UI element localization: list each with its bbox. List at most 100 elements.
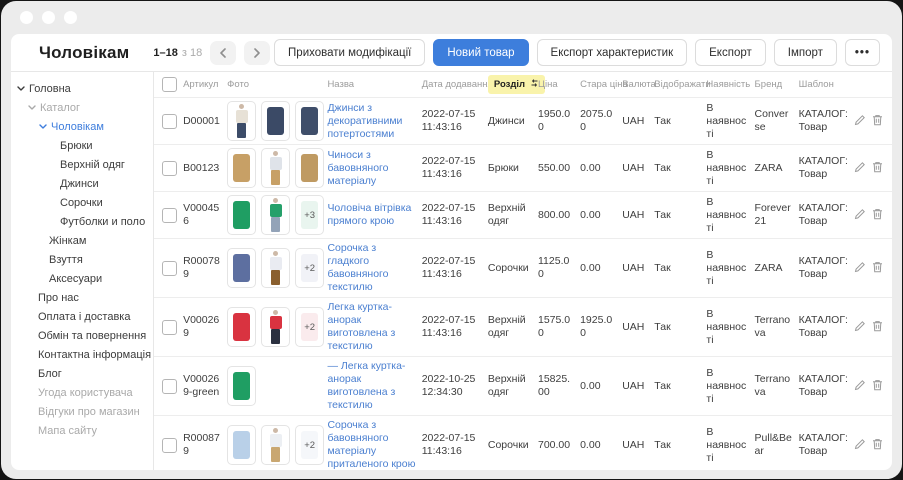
column-header-section[interactable]: Розділ xyxy=(485,72,535,98)
column-header-photo[interactable]: Фото xyxy=(224,72,324,98)
pagination-next-button[interactable] xyxy=(244,41,270,65)
brand-value: Terranova xyxy=(755,314,791,339)
column-header-availability[interactable]: Наявність xyxy=(703,72,751,98)
column-header-currency[interactable]: Валюта xyxy=(619,72,651,98)
sidebar-item[interactable]: Верхній одяг xyxy=(11,155,153,174)
column-header-template[interactable]: Шаблон xyxy=(796,72,852,98)
more-actions-button[interactable]: ••• xyxy=(845,39,880,66)
new-product-button[interactable]: Новий товар xyxy=(433,39,528,66)
sidebar-item[interactable]: Сорочки xyxy=(11,193,153,212)
product-photo-thumbnail[interactable] xyxy=(227,248,256,288)
sidebar-item[interactable]: Угода користувача xyxy=(11,383,153,402)
product-photo-thumbnail[interactable] xyxy=(227,366,256,406)
export-button[interactable]: Експорт xyxy=(695,39,766,66)
sidebar-item[interactable]: Чоловікам xyxy=(11,117,153,136)
sidebar-item[interactable]: Брюки xyxy=(11,136,153,155)
column-header-old_price[interactable]: Стара ціна xyxy=(577,72,619,98)
sidebar-item[interactable]: Відгуки про магазин xyxy=(11,402,153,421)
product-photo-thumbnail[interactable] xyxy=(295,148,324,188)
cell-actions xyxy=(852,239,892,298)
product-name-link[interactable]: Легка куртка-анорак виготовлена з тексти… xyxy=(327,301,395,352)
more-photos-thumbnail[interactable]: +2 xyxy=(295,248,324,288)
import-button[interactable]: Імпорт xyxy=(774,39,837,66)
product-photo-thumbnail[interactable] xyxy=(261,425,290,465)
sidebar-item[interactable]: Футболки и поло xyxy=(11,212,153,231)
product-name-link[interactable]: Чоловіча вітрівка прямого крою xyxy=(327,202,411,227)
edit-button[interactable] xyxy=(854,379,866,394)
delete-button[interactable] xyxy=(872,261,883,276)
product-photo-thumbnail[interactable] xyxy=(261,307,290,347)
delete-button[interactable] xyxy=(872,320,883,335)
sidebar-item[interactable]: Джинси xyxy=(11,174,153,193)
edit-button[interactable] xyxy=(854,114,866,129)
sidebar-item[interactable]: Жінкам xyxy=(11,231,153,250)
delete-trash-icon xyxy=(872,208,883,223)
row-checkbox[interactable] xyxy=(162,438,177,453)
column-header-article[interactable]: Артикул xyxy=(180,72,224,98)
select-all-checkbox[interactable] xyxy=(162,77,177,92)
row-checkbox[interactable] xyxy=(162,208,177,223)
hide-modifications-button[interactable]: Приховати модифікації xyxy=(274,39,425,66)
cell-name: Джинси з декоративними потертостями xyxy=(324,98,418,145)
brand-value: Terranova xyxy=(755,373,791,398)
sidebar-item[interactable]: Контактна інформація xyxy=(11,345,153,364)
product-name-link[interactable]: Чиноси з бавовняного матеріалу xyxy=(327,149,388,187)
edit-button[interactable] xyxy=(854,208,866,223)
product-photo-thumbnail[interactable] xyxy=(227,425,256,465)
window-control-dot[interactable] xyxy=(64,11,77,24)
product-photo-thumbnail[interactable] xyxy=(227,307,256,347)
edit-pencil-icon xyxy=(854,161,866,176)
sidebar-item[interactable]: Мапа сайту xyxy=(11,421,153,440)
cell-section: Джинси xyxy=(485,98,535,145)
sidebar-item[interactable]: Про нас xyxy=(11,288,153,307)
column-header-brand[interactable]: Бренд xyxy=(752,72,796,98)
more-photos-thumbnail[interactable]: +3 xyxy=(295,195,324,235)
row-checkbox[interactable] xyxy=(162,379,177,394)
product-name-link[interactable]: — Легка куртка-анорак виготовлена з текс… xyxy=(327,360,405,411)
product-photo-thumbnail[interactable] xyxy=(227,101,256,141)
product-photo-thumbnail[interactable] xyxy=(295,101,324,141)
column-header-display[interactable]: Відображати xyxy=(651,72,703,98)
sidebar-item[interactable]: Аксесуари xyxy=(11,269,153,288)
product-photo-thumbnail[interactable] xyxy=(261,148,290,188)
sidebar-item[interactable]: Взуття xyxy=(11,250,153,269)
product-photo-thumbnail[interactable] xyxy=(227,148,256,188)
edit-button[interactable] xyxy=(854,320,866,335)
column-header-name[interactable]: Назва xyxy=(324,72,418,98)
delete-button[interactable] xyxy=(872,438,883,453)
product-photo-thumbnail[interactable] xyxy=(261,248,290,288)
edit-button[interactable] xyxy=(854,161,866,176)
delete-button[interactable] xyxy=(872,161,883,176)
row-checkbox[interactable] xyxy=(162,161,177,176)
more-photos-thumbnail[interactable]: +2 xyxy=(295,307,324,347)
old_price-value: 1925.00 xyxy=(580,314,612,339)
pagination-prev-button[interactable] xyxy=(210,41,236,65)
row-checkbox[interactable] xyxy=(162,261,177,276)
row-checkbox[interactable] xyxy=(162,320,177,335)
edit-button[interactable] xyxy=(854,261,866,276)
product-name-link[interactable]: Сорочка з гладкого бавовняного текстилю xyxy=(327,242,388,293)
window-control-dot[interactable] xyxy=(20,11,33,24)
delete-button[interactable] xyxy=(872,379,883,394)
delete-button[interactable] xyxy=(872,114,883,129)
photo-thumbnails: +2 xyxy=(227,248,321,288)
product-name-link[interactable]: Джинси з декоративними потертостями xyxy=(327,102,402,140)
product-name-link[interactable]: Сорочка з бавовняного матеріалу притален… xyxy=(327,419,415,470)
sidebar-item[interactable]: Головна xyxy=(11,79,153,98)
export-characteristics-button[interactable]: Експорт характеристик xyxy=(537,39,688,66)
row-checkbox[interactable] xyxy=(162,114,177,129)
delete-button[interactable] xyxy=(872,208,883,223)
product-photo-thumbnail[interactable] xyxy=(261,195,290,235)
product-photo-thumbnail[interactable] xyxy=(227,195,256,235)
more-photos-thumbnail[interactable]: +2 xyxy=(295,425,324,465)
column-header-select[interactable] xyxy=(154,72,180,98)
column-header-date[interactable]: Дата додавання xyxy=(419,72,485,98)
window-control-dot[interactable] xyxy=(42,11,55,24)
sidebar-item[interactable]: Оплата і доставка xyxy=(11,307,153,326)
sidebar-item[interactable]: Каталог xyxy=(11,98,153,117)
edit-button[interactable] xyxy=(854,438,866,453)
column-header-actions[interactable] xyxy=(852,72,892,98)
product-photo-thumbnail[interactable] xyxy=(261,101,290,141)
sidebar-item[interactable]: Блог xyxy=(11,364,153,383)
sidebar-item[interactable]: Обмін та повернення xyxy=(11,326,153,345)
